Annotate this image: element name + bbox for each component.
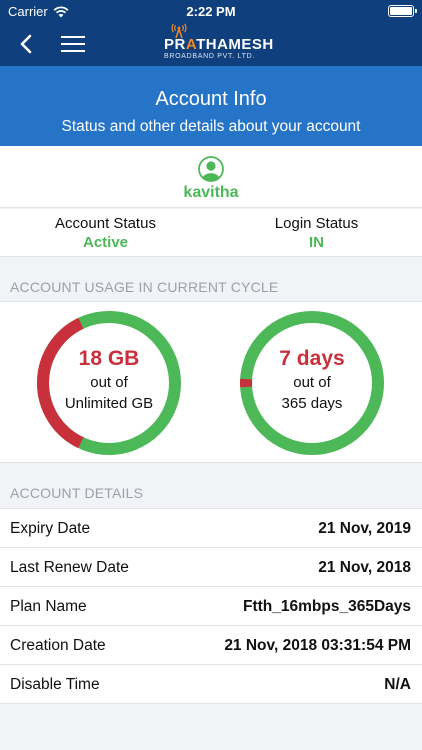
page-title: Account Info <box>155 88 267 110</box>
logo-subtitle: BROADBAND PVT. LTD. <box>164 53 255 60</box>
details-list: Expiry Date 21 Nov, 2019 Last Renew Date… <box>0 508 422 704</box>
company-logo: PRATHAMESH BROADBAND PVT. LTD. <box>162 22 273 66</box>
detail-row-last-renew-date: Last Renew Date 21 Nov, 2018 <box>0 548 422 587</box>
status-bar: Carrier 2:22 PM <box>0 0 422 22</box>
usage-card: 18 GB out of Unlimited GB 7 days out of … <box>0 301 422 463</box>
detail-value: N/A <box>384 676 411 693</box>
account-status-label: Account Status <box>55 215 156 232</box>
detail-value: 21 Nov, 2018 03:31:54 PM <box>224 637 411 654</box>
data-out-of-label: out of <box>90 374 128 391</box>
user-avatar-icon <box>198 156 224 182</box>
days-out-of-label: out of <box>293 374 331 391</box>
detail-label: Creation Date <box>10 637 106 654</box>
details-section-header: ACCOUNT DETAILS <box>0 464 422 506</box>
detail-label: Last Renew Date <box>10 559 129 576</box>
navigation-bar: PRATHAMESH BROADBAND PVT. LTD. <box>0 22 422 66</box>
login-status-value: IN <box>309 234 324 251</box>
days-used-value: 7 days <box>279 347 345 370</box>
hamburger-menu-icon[interactable] <box>60 32 86 56</box>
logo-brand-name: PRATHAMESH <box>164 36 274 53</box>
status-row: Account Status Active Login Status IN <box>0 209 422 257</box>
login-status-label: Login Status <box>274 215 359 232</box>
details-section-title: ACCOUNT DETAILS <box>10 485 144 501</box>
detail-value: 21 Nov, 2019 <box>318 520 411 537</box>
username: kavitha <box>183 184 239 201</box>
detail-value: Ftth_16mbps_365Days <box>243 598 411 615</box>
account-status-value: Active <box>82 234 129 251</box>
usage-section-title: ACCOUNT USAGE IN CURRENT CYCLE <box>10 279 279 295</box>
data-usage-gauge: 18 GB out of Unlimited GB <box>35 309 183 457</box>
detail-label: Expiry Date <box>10 520 91 537</box>
detail-row-creation-date: Creation Date 21 Nov, 2018 03:31:54 PM <box>0 626 422 665</box>
data-limit-value: Unlimited GB <box>64 395 154 412</box>
detail-value: 21 Nov, 2018 <box>318 559 411 576</box>
days-limit-value: 365 days <box>281 395 343 412</box>
account-status: Account Status Active <box>0 215 211 251</box>
detail-row-expiry-date: Expiry Date 21 Nov, 2019 <box>0 509 422 548</box>
login-status: Login Status IN <box>211 215 422 251</box>
detail-label: Disable Time <box>10 676 100 693</box>
account-info-banner: Account Info Status and other details ab… <box>0 66 422 146</box>
user-card: kavitha <box>0 146 422 208</box>
page-subtitle: Status and other details about your acco… <box>61 118 361 135</box>
data-used-value: 18 GB <box>78 347 140 370</box>
battery-icon <box>388 5 417 17</box>
days-usage-gauge: 7 days out of 365 days <box>238 309 386 457</box>
detail-row-plan-name: Plan Name Ftth_16mbps_365Days <box>0 587 422 626</box>
detail-label: Plan Name <box>10 598 87 615</box>
detail-row-disable-time: Disable Time N/A <box>0 665 422 704</box>
back-chevron-icon[interactable] <box>14 31 40 57</box>
status-time: 2:22 PM <box>186 4 236 19</box>
usage-section-header: ACCOUNT USAGE IN CURRENT CYCLE <box>0 258 422 300</box>
